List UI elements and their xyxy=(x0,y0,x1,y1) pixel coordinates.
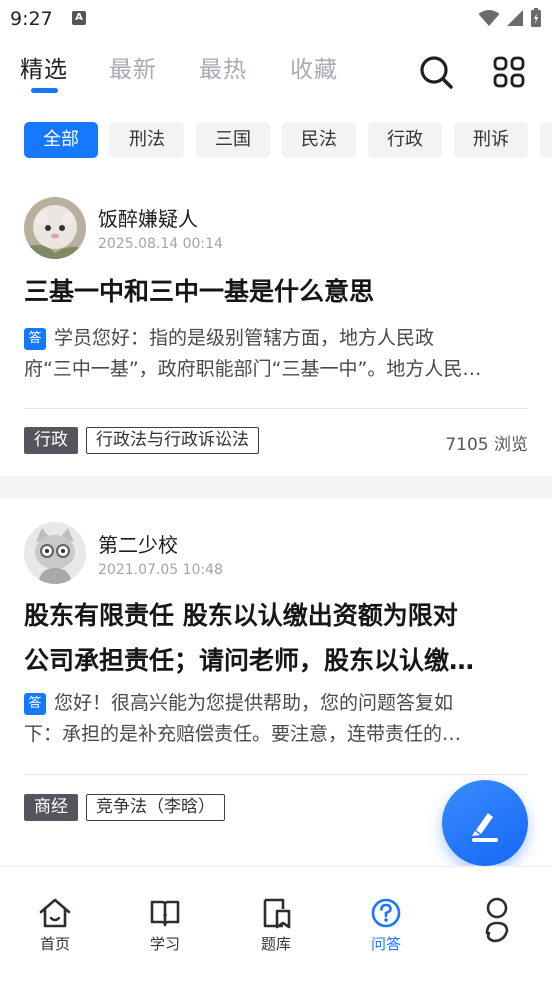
question-bank-icon xyxy=(263,898,291,929)
chip-administrative[interactable]: 行政 xyxy=(368,122,442,158)
answer-preview[interactable]: 答您好！很高兴能为您提供帮助，您的问题答复如 下：承担的是补充赔偿责任。要注意，… xyxy=(24,688,528,750)
chip-criminal-law[interactable]: 刑法 xyxy=(110,122,184,158)
nav-label: 题库 xyxy=(260,935,291,953)
avatar[interactable] xyxy=(24,522,86,584)
pen-icon xyxy=(472,813,498,842)
subject-tag[interactable]: 行政 xyxy=(24,427,78,454)
card-separator xyxy=(0,476,552,498)
answer-text-line-2: 下：承担的是补充赔偿责任。要注意，连带责任的… xyxy=(24,723,462,745)
tab-hottest[interactable]: 最热 xyxy=(199,50,247,84)
course-tag[interactable]: 行政法与行政诉讼法 xyxy=(86,427,259,454)
nav-home[interactable]: 首页 xyxy=(15,897,95,954)
post-date: 2025.08.14 00:14 xyxy=(98,236,223,252)
wifi-icon xyxy=(478,10,500,26)
chip-sanguo[interactable]: 三国 xyxy=(196,122,270,158)
course-tag[interactable]: 竞争法（李晗） xyxy=(86,794,225,821)
post-card[interactable]: 饭醉嫌疑人 2025.08.14 00:14 三基一中和三中一基是什么意思 答学… xyxy=(0,178,552,476)
nav-profile[interactable] xyxy=(457,897,537,947)
post-date: 2021.07.05 10:48 xyxy=(98,562,223,578)
chip-all[interactable]: 全部 xyxy=(24,122,98,158)
category-chips: 全部 刑法 三国 民法 行政 刑诉 xyxy=(24,122,552,160)
chip-civil-law[interactable]: 民法 xyxy=(282,122,356,158)
chip-criminal-procedure[interactable]: 刑诉 xyxy=(454,122,528,158)
ask-question-button[interactable] xyxy=(442,780,528,866)
avatar[interactable] xyxy=(24,197,86,259)
chip-more[interactable] xyxy=(540,122,552,158)
answer-text-line-2: 府“三中一基”，政府职能部门“三基一中”。地方人民… xyxy=(24,358,482,380)
status-time: 9:27 xyxy=(10,8,53,30)
grid-menu-icon[interactable] xyxy=(489,52,529,92)
author-name[interactable]: 第二少校 xyxy=(98,529,178,558)
answer-text-line-1: 学员您好：指的是级别管辖方面，地方人民政 xyxy=(54,327,435,349)
search-icon[interactable] xyxy=(416,52,456,92)
battery-icon xyxy=(531,8,541,27)
help-circle-icon xyxy=(371,898,401,928)
signal-icon xyxy=(507,10,523,26)
home-icon xyxy=(39,898,71,928)
status-icons xyxy=(478,8,542,28)
tab-latest[interactable]: 最新 xyxy=(109,50,157,84)
view-count: 7105 浏览 xyxy=(445,435,528,455)
answer-text-line-1: 您好！很高兴能为您提供帮助，您的问题答复如 xyxy=(54,692,454,714)
profile-icon xyxy=(485,897,509,943)
status-bar: 9:27 A xyxy=(0,0,552,38)
subject-tag[interactable]: 商经 xyxy=(24,794,78,821)
answer-badge: 答 xyxy=(24,328,46,350)
post-title[interactable]: 三基一中和三中一基是什么意思 xyxy=(24,269,528,314)
top-tabs: 精选 最新 最热 收藏 xyxy=(0,44,552,100)
active-tab-indicator xyxy=(31,88,58,93)
answer-badge: 答 xyxy=(24,693,46,715)
answer-preview[interactable]: 答学员您好：指的是级别管辖方面，地方人民政 府“三中一基”，政府职能部门“三基一… xyxy=(24,323,528,385)
bottom-navigation: 首页 学习 题库 问答 xyxy=(0,866,552,981)
tab-favorites[interactable]: 收藏 xyxy=(290,50,338,84)
nav-study[interactable]: 学习 xyxy=(125,897,205,954)
nav-qa[interactable]: 问答 xyxy=(346,897,426,954)
post-title-line-1: 股东有限责任 股东以认缴出资额为限对 xyxy=(24,601,458,630)
post-title-line-2: 公司承担责任；请问老师，股东以认缴… xyxy=(24,646,475,675)
post-title[interactable]: 股东有限责任 股东以认缴出资额为限对 公司承担责任；请问老师，股东以认缴… xyxy=(24,593,528,683)
book-icon xyxy=(150,900,180,927)
notification-icon: A xyxy=(72,11,86,25)
nav-label: 学习 xyxy=(149,935,180,953)
author-name[interactable]: 饭醉嫌疑人 xyxy=(98,203,198,232)
tab-featured[interactable]: 精选 xyxy=(20,50,68,84)
divider xyxy=(24,774,528,775)
nav-label: 首页 xyxy=(39,935,70,953)
divider xyxy=(24,408,528,409)
nav-question-bank[interactable]: 题库 xyxy=(236,897,316,954)
nav-label: 问答 xyxy=(370,935,401,953)
